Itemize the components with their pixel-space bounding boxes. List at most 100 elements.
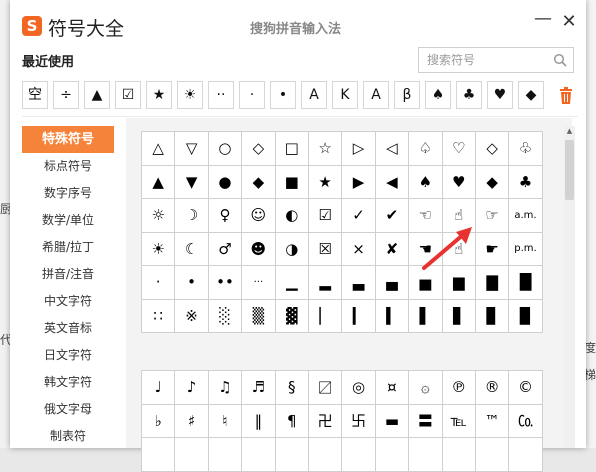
vertical-scrollbar[interactable]: ▲ — [564, 126, 575, 448]
symbol-cell[interactable]: ♥ — [442, 165, 475, 198]
category-english-phonetics[interactable]: 英文音标 — [22, 315, 114, 342]
symbol-cell[interactable]: ■ — [275, 165, 308, 198]
recent-symbol[interactable]: ♣ — [456, 81, 482, 109]
symbol-cell[interactable]: ℗ — [442, 371, 475, 404]
symbol-cell[interactable]: ○ — [208, 132, 242, 165]
symbol-cell[interactable] — [142, 438, 175, 471]
search-box[interactable] — [418, 47, 574, 73]
symbol-cell[interactable]: 卍 — [308, 404, 342, 437]
search-icon[interactable] — [553, 53, 567, 67]
symbol-cell[interactable]: ▬ — [375, 404, 409, 437]
category-number-sequence[interactable]: 数字序号 — [22, 180, 114, 207]
symbol-cell[interactable]: ♫ — [208, 371, 242, 404]
symbol-cell[interactable]: ░ — [208, 299, 242, 332]
symbol-cell[interactable]: ▒ — [242, 299, 275, 332]
symbol-cell[interactable]: ☒ — [308, 232, 342, 265]
category-russian-letters[interactable]: 俄文字母 — [22, 396, 114, 423]
symbol-cell[interactable]: ℡ — [442, 404, 475, 437]
recent-symbol[interactable]: ★ — [146, 81, 172, 109]
symbol-cell[interactable]: □ — [275, 132, 308, 165]
symbol-cell[interactable]: ▏ — [308, 299, 342, 332]
category-chinese-chars[interactable]: 中文字符 — [22, 288, 114, 315]
symbol-cell[interactable]: ∷ — [142, 299, 175, 332]
recent-symbol[interactable]: • — [270, 81, 296, 109]
symbol-cell[interactable]: ▇ — [475, 266, 509, 299]
symbol-cell[interactable] — [442, 438, 475, 471]
symbol-cell[interactable] — [208, 438, 242, 471]
recent-symbol[interactable]: ▲ — [84, 81, 110, 109]
symbol-cell[interactable]: ◎ — [342, 371, 375, 404]
symbol-cell[interactable]: ♀ — [208, 199, 242, 232]
symbol-cell[interactable]: ♯ — [175, 404, 208, 437]
symbol-cell[interactable]: ‖ — [242, 404, 275, 437]
category-special-symbols[interactable]: 特殊符号 — [22, 126, 114, 153]
symbol-cell[interactable]: ✘ — [375, 232, 409, 265]
recent-symbol[interactable]: 空 — [22, 81, 48, 109]
symbol-cell[interactable]: ▂ — [308, 266, 342, 299]
symbol-cell[interactable]: • — [175, 266, 208, 299]
symbol-cell[interactable]: ♡ — [442, 132, 475, 165]
symbol-cell[interactable]: ◀ — [375, 165, 409, 198]
symbol-cell[interactable]: ● — [208, 165, 242, 198]
symbol-cell[interactable]: ☺ — [242, 199, 275, 232]
symbol-cell[interactable]: ۞ — [409, 371, 442, 404]
symbol-cell[interactable]: ☼ — [142, 199, 175, 232]
symbol-cell[interactable]: ¤ — [375, 371, 409, 404]
recent-symbol[interactable]: ♥ — [487, 81, 513, 109]
symbol-cell[interactable] — [275, 438, 308, 471]
recent-symbol[interactable]: ·· — [208, 81, 234, 109]
symbol-cell[interactable]: ▲ — [142, 165, 175, 198]
symbol-cell[interactable]: © — [509, 371, 542, 404]
symbol-cell[interactable]: ☛ — [475, 232, 509, 265]
symbol-cell[interactable]: ☻ — [242, 232, 275, 265]
symbol-cell[interactable]: ☆ — [308, 132, 342, 165]
symbol-cell[interactable]: ¶ — [275, 404, 308, 437]
symbol-cell[interactable] — [175, 438, 208, 471]
symbol-cell[interactable]: ▄ — [375, 266, 409, 299]
close-button[interactable]: ✕ — [560, 13, 578, 31]
symbol-cell[interactable]: ☑ — [308, 199, 342, 232]
symbol-cell[interactable] — [409, 438, 442, 471]
symbol-cell[interactable]: · — [142, 266, 175, 299]
symbol-cell[interactable]: ◐ — [275, 199, 308, 232]
symbol-cell[interactable]: ··· — [242, 266, 275, 299]
symbol-cell[interactable]: 卐 — [342, 404, 375, 437]
category-math-units[interactable]: 数学/单位 — [22, 207, 114, 234]
scroll-thumb[interactable] — [565, 140, 574, 200]
symbol-cell[interactable]: ▊ — [475, 299, 509, 332]
symbol-cell[interactable]: ✔ — [375, 199, 409, 232]
symbol-cell[interactable]: ㏇ — [509, 404, 542, 437]
symbol-cell[interactable]: 〓 — [409, 404, 442, 437]
symbol-cell[interactable]: ◇ — [242, 132, 275, 165]
symbol-cell[interactable]: ♬ — [242, 371, 275, 404]
symbol-cell[interactable]: ♂ — [208, 232, 242, 265]
symbol-cell[interactable] — [509, 438, 542, 471]
symbol-cell[interactable]: ▃ — [342, 266, 375, 299]
symbol-cell[interactable]: ◆ — [242, 165, 275, 198]
recent-symbol[interactable]: K — [332, 81, 358, 109]
category-punctuation[interactable]: 标点符号 — [22, 153, 114, 180]
symbol-cell[interactable] — [475, 438, 509, 471]
trash-icon[interactable] — [557, 86, 575, 106]
symbol-cell[interactable]: ▷ — [342, 132, 375, 165]
recent-symbol[interactable]: ♠ — [425, 81, 451, 109]
symbol-cell[interactable]: ▶ — [342, 165, 375, 198]
symbol-cell[interactable]: ™ — [475, 404, 509, 437]
title-bar[interactable]: S 符号大全 搜狗拼音输入法 — ✕ — [10, 0, 586, 46]
symbol-cell[interactable]: ♭ — [142, 404, 175, 437]
symbol-cell[interactable]: p.m. — [509, 232, 542, 265]
category-pinyin-zhuyin[interactable]: 拼音/注音 — [22, 261, 114, 288]
symbol-cell[interactable]: ▍ — [375, 299, 409, 332]
symbol-cell[interactable]: ☀ — [142, 232, 175, 265]
search-input[interactable] — [425, 52, 549, 68]
symbol-cell[interactable]: ♤ — [409, 132, 442, 165]
recent-symbol[interactable]: ÷ — [53, 81, 79, 109]
symbol-cell[interactable] — [242, 438, 275, 471]
symbol-cell[interactable]: 〼 — [308, 371, 342, 404]
symbol-cell[interactable]: •• — [208, 266, 242, 299]
recent-symbol[interactable]: A — [363, 81, 389, 109]
symbol-cell[interactable]: █ — [509, 266, 542, 299]
symbol-cell[interactable]: ▌ — [409, 299, 442, 332]
symbol-cell[interactable]: ♪ — [175, 371, 208, 404]
symbol-cell[interactable]: ♧ — [509, 132, 542, 165]
